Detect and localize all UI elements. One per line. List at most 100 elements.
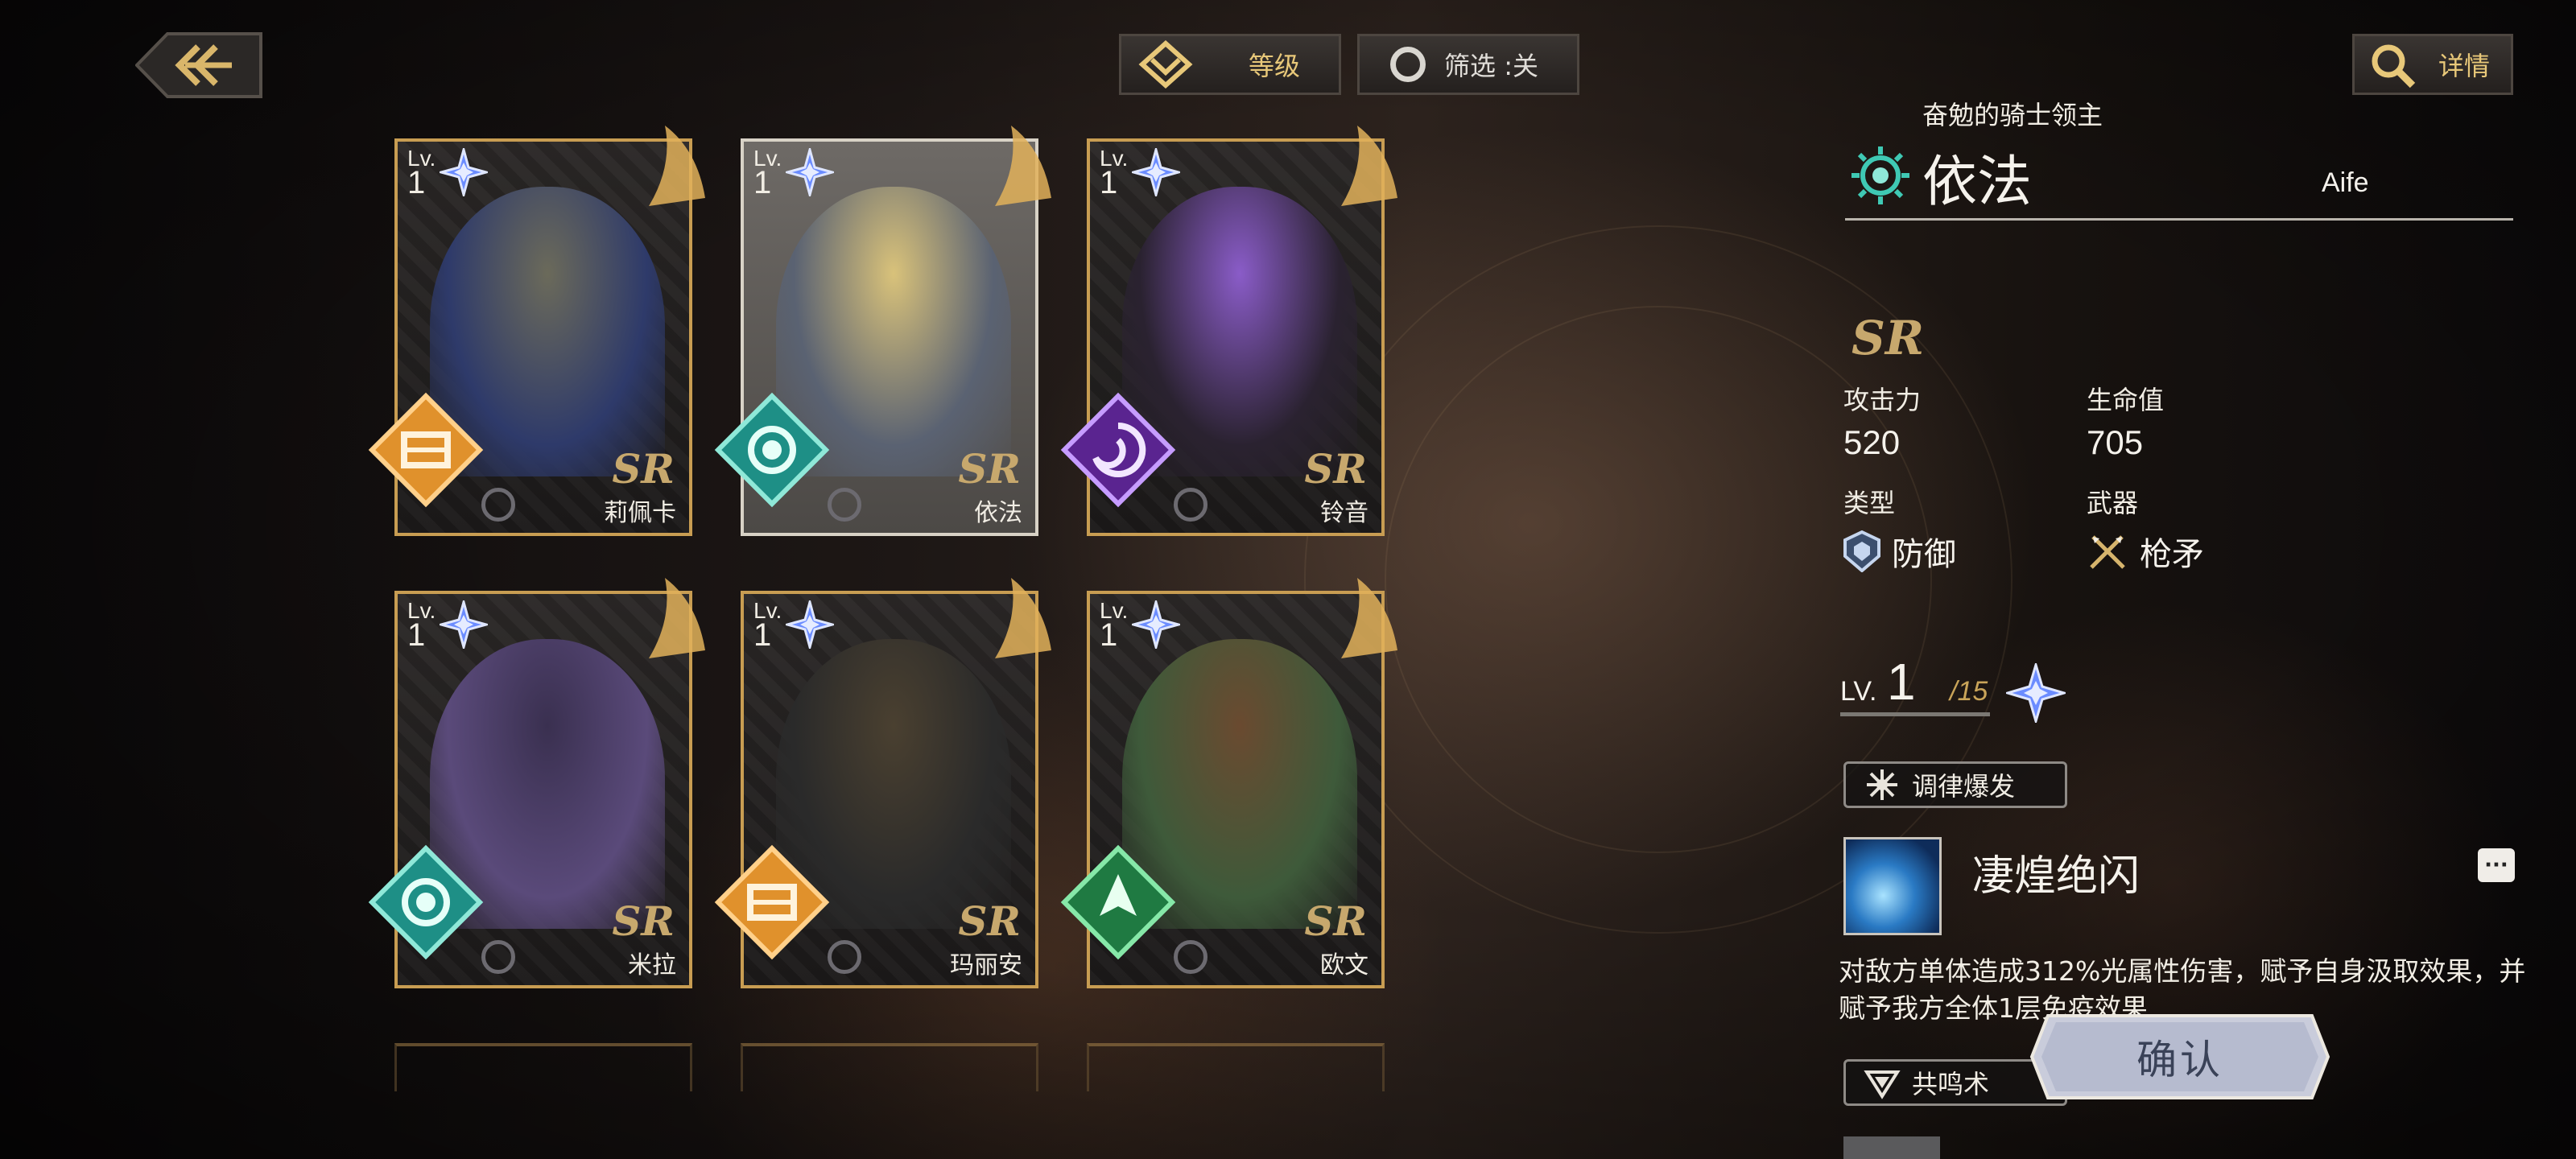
flame-ornament-icon [649,578,705,658]
card-level: Lv. 1 [1100,599,1128,653]
rank-badge: SR [1852,311,1925,365]
card-level-number: 1 [407,165,426,200]
burst-skill-tab[interactable]: 调律爆发 [1843,761,2067,808]
element-icon [1060,844,1176,960]
character-name-cn: 依法 [1922,151,2033,214]
weapon-label: 武器 [2087,488,2139,518]
character-card[interactable]: Lv. 1 SR 玛丽安 [714,578,1051,988]
filter-button[interactable]: 筛选 :关 [1357,34,1579,95]
card-name: 依法 [974,499,1022,527]
character-card[interactable]: Lv. 1 SR 依法 [714,126,1051,536]
level-max: /15 [1950,676,1988,707]
character-title: 奋勉的骑士领主 [1922,100,2103,130]
hp-label: 生命值 [2087,385,2165,415]
awaken-ring-icon [828,488,861,522]
card-level: Lv. 1 [407,146,436,200]
level-number: 1 [1887,653,1916,711]
element-icon [368,844,484,960]
card-level-number: 1 [1100,165,1118,200]
card-level-number: 1 [407,617,426,653]
awaken-ring-icon [481,940,515,974]
flame-ornament-icon [649,126,705,206]
star-icon [440,148,488,196]
card-rank: SR [1304,445,1367,493]
card-peek [1087,1043,1385,1091]
card-level: Lv. 1 [753,146,782,200]
card-rank: SR [958,445,1021,493]
card-level-number: 1 [753,617,772,653]
flame-ornament-icon [995,126,1051,206]
skill-name: 凄煌绝闪 [1972,852,2140,901]
card-rank: SR [612,445,675,493]
detail-label: 详情 [2438,51,2490,81]
resonance-tag-label: 共鸣术 [1912,1069,1990,1099]
flame-ornament-icon [1341,578,1397,658]
character-name-row: 依法 Aife [1845,132,2513,221]
star-icon [786,148,834,196]
sort-level-button[interactable]: 等级 [1119,34,1341,95]
type-label: 类型 [1843,488,1896,518]
back-button[interactable] [134,32,262,98]
card-rank: SR [958,897,1021,945]
detail-button[interactable]: 详情 [2352,34,2513,95]
type-value: 防御 [1892,536,1956,573]
awaken-ring-icon [828,940,861,974]
filter-label: 筛选 :关 [1444,51,1538,81]
character-card[interactable]: Lv. 1 SR 米拉 [368,578,705,988]
flame-ornament-icon [995,578,1051,658]
back-arrow-icon [134,32,262,98]
star-icon [786,600,834,649]
card-name: 玛丽安 [950,951,1022,980]
skill-more-button[interactable]: ··· [2478,848,2515,882]
type-value-row: 防御 [1843,528,1956,575]
card-rank: SR [1304,897,1367,945]
card-name: 欧文 [1320,951,1368,980]
star-icon [440,600,488,649]
sort-label: 等级 [1248,51,1300,81]
character-card[interactable]: Lv. 1 SR 欧文 [1060,578,1397,988]
card-level: Lv. 1 [753,599,782,653]
element-icon [1060,392,1176,508]
card-level-number: 1 [1100,617,1118,653]
light-element-icon [1852,146,1909,204]
filter-ring-icon [1390,47,1426,82]
card-rank: SR [612,897,675,945]
card-level-number: 1 [753,165,772,200]
element-icon [368,392,484,508]
attack-value: 520 [1843,423,1901,461]
hp-value: 705 [2087,423,2144,461]
star-rank-icon [2006,663,2066,723]
awaken-ring-icon [481,488,515,522]
star-icon [1132,148,1180,196]
flame-ornament-icon [1341,126,1397,206]
level-display: LV. 1 /15 [1840,652,1990,716]
card-name: 铃音 [1320,499,1368,527]
weapon-value: 枪矛 [2140,536,2204,573]
awaken-ring-icon [1174,940,1208,974]
character-card[interactable]: Lv. 1 SR 铃音 [1060,126,1397,536]
burst-tag-label: 调律爆发 [1912,771,2016,802]
card-peek [741,1043,1038,1091]
awaken-ring-icon [1174,488,1208,522]
resonance-icon [1864,1070,1901,1099]
skill-icon[interactable] [1843,837,1942,935]
sort-icon [1138,40,1193,89]
next-skill-peek [1843,1136,1940,1159]
element-icon [714,844,830,960]
card-level: Lv. 1 [1100,146,1128,200]
element-icon [714,392,830,508]
card-level: Lv. 1 [407,599,436,653]
card-name: 米拉 [628,951,676,980]
character-name-en: Aife [2322,167,2369,198]
card-name: 莉佩卡 [604,499,676,527]
search-icon [2372,44,2416,89]
burst-icon [1867,769,1897,800]
weapon-value-row: 枪矛 [2087,528,2204,575]
attack-label: 攻击力 [1843,385,1922,415]
level-prefix: LV. [1840,676,1877,707]
character-card[interactable]: Lv. 1 SR 莉佩卡 [368,126,705,536]
confirm-label: 确认 [2136,1037,2223,1083]
card-peek [394,1043,692,1091]
defense-shield-icon [1843,530,1880,572]
spear-icon [2090,535,2125,569]
